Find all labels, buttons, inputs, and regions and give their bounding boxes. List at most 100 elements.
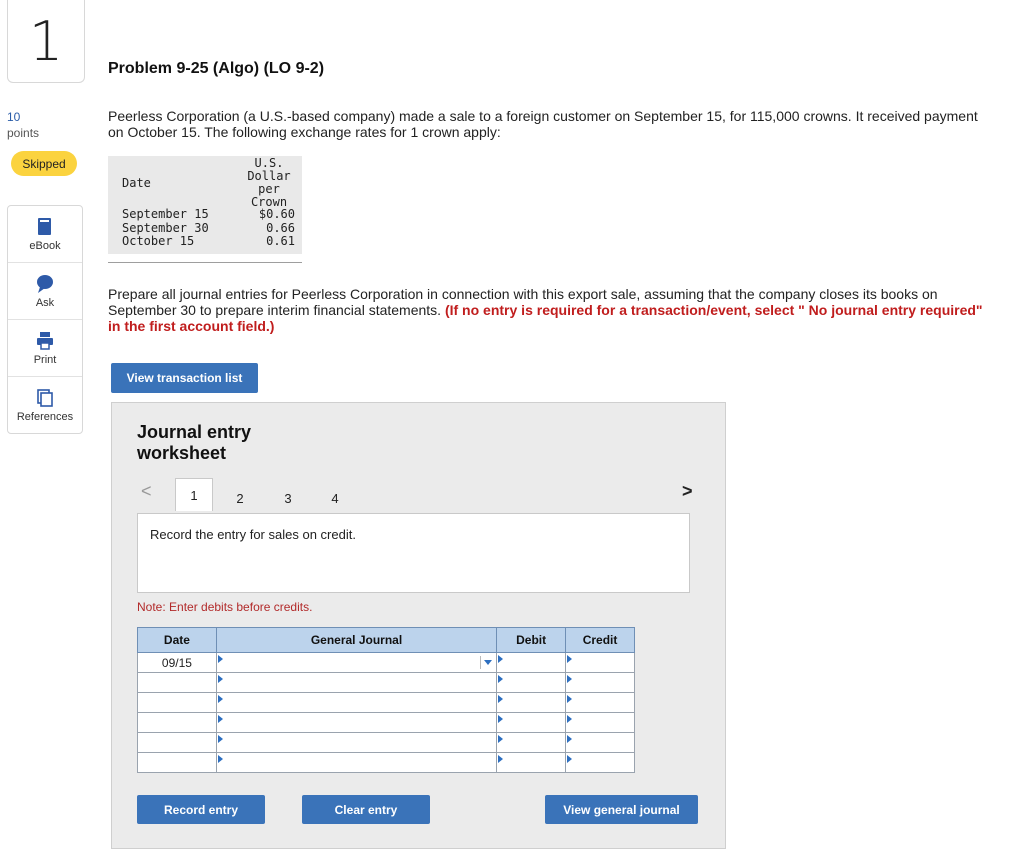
triangle-marker-icon	[498, 675, 504, 683]
rate-value: $0.60	[258, 207, 295, 221]
triangle-marker-icon	[567, 755, 573, 763]
date-cell[interactable]	[137, 712, 217, 733]
account-select[interactable]	[215, 712, 498, 733]
date-cell[interactable]: 09/15	[137, 652, 217, 673]
account-select[interactable]	[215, 752, 498, 773]
triangle-marker-icon	[498, 755, 504, 763]
rate-value: 0.66	[266, 220, 295, 235]
rate-table-header: Date U.S. Dollar per Crown	[108, 156, 302, 209]
account-select[interactable]	[215, 732, 498, 753]
journal-header-row: Date General Journal Debit Credit	[137, 627, 635, 653]
triangle-marker-icon	[567, 695, 573, 703]
status-badge: Skipped	[11, 151, 77, 176]
problem-instructions: Prepare all journal entries for Peerless…	[108, 286, 988, 334]
tab-1[interactable]: 1	[175, 478, 213, 511]
col-general-journal: General Journal	[215, 627, 498, 653]
print-button[interactable]: Print	[8, 320, 82, 377]
rate-value: 0.61	[266, 234, 295, 248]
problem-title: Problem 9-25 (Algo) (LO 9-2)	[108, 60, 325, 77]
rate-row: September 15 $0.60	[108, 207, 302, 222]
triangle-marker-icon	[567, 715, 573, 723]
date-cell[interactable]	[137, 732, 217, 753]
points-value: 10	[7, 110, 21, 124]
rate-row: October 15 0.61	[108, 234, 302, 249]
record-entry-button[interactable]: Record entry	[137, 795, 265, 824]
journal-table: Date General Journal Debit Credit 09/15	[137, 627, 635, 773]
triangle-marker-icon	[567, 735, 573, 743]
references-label: References	[16, 410, 74, 423]
credit-input[interactable]	[565, 692, 635, 713]
entry-prompt-box	[137, 513, 690, 593]
table-row	[137, 672, 635, 693]
references-button[interactable]: References	[8, 377, 82, 433]
triangle-marker-icon	[567, 675, 573, 683]
triangle-marker-icon	[217, 755, 223, 763]
col-date: Date	[137, 627, 217, 653]
ask-button[interactable]: Ask	[8, 263, 82, 320]
question-number: 1	[7, 0, 85, 83]
ebook-button[interactable]: eBook	[8, 206, 82, 263]
triangle-marker-icon	[567, 655, 573, 663]
triangle-marker-icon	[498, 735, 504, 743]
tab-4[interactable]: 4	[317, 482, 353, 514]
triangle-marker-icon	[217, 675, 223, 683]
rate-date: October 15	[122, 234, 195, 248]
debit-input[interactable]	[496, 732, 567, 753]
credit-input[interactable]	[565, 752, 635, 773]
rate-date: September 15	[122, 207, 209, 221]
rate-table-rule	[108, 262, 302, 263]
rate-date: September 30	[122, 220, 209, 235]
rate-table-body: September 15 $0.60 September 30 0.66 Oct…	[108, 207, 302, 254]
credit-input[interactable]	[565, 712, 635, 733]
rate-row: September 30 0.66	[108, 220, 302, 236]
triangle-marker-icon	[217, 695, 223, 703]
documents-icon	[37, 388, 53, 407]
date-cell[interactable]	[137, 672, 217, 693]
date-cell[interactable]	[137, 692, 217, 713]
clear-entry-button[interactable]: Clear entry	[302, 795, 430, 824]
problem-intro: Peerless Corporation (a U.S.-based compa…	[108, 108, 978, 140]
book-icon	[38, 217, 51, 235]
tab-3[interactable]: 3	[270, 482, 306, 514]
entry-prompt: Record the entry for sales on credit.	[150, 527, 356, 542]
triangle-marker-icon	[498, 715, 504, 723]
tools-panel: eBook Ask Print References	[7, 205, 83, 434]
table-row	[137, 692, 635, 713]
journal-entry-worksheet	[111, 402, 726, 849]
debit-input[interactable]	[496, 692, 567, 713]
next-tab-chevron-icon[interactable]: >	[682, 481, 693, 502]
printer-icon	[37, 331, 53, 350]
table-row: 09/15	[137, 652, 635, 673]
debit-input[interactable]	[496, 652, 567, 673]
rate-header-usd: U.S. Dollar per Crown	[246, 157, 292, 209]
debit-input[interactable]	[496, 672, 567, 693]
view-transaction-list-button[interactable]: View transaction list	[111, 363, 258, 393]
view-general-journal-button[interactable]: View general journal	[545, 795, 698, 824]
points-label: points	[7, 126, 40, 140]
ask-label: Ask	[35, 296, 55, 309]
triangle-marker-icon	[498, 695, 504, 703]
prev-tab-chevron-icon[interactable]: <	[141, 481, 152, 502]
credit-input[interactable]	[565, 732, 635, 753]
credit-input[interactable]	[565, 652, 635, 673]
col-credit: Credit	[565, 627, 635, 653]
triangle-marker-icon	[217, 715, 223, 723]
col-debit: Debit	[496, 627, 567, 653]
chat-bubble-icon	[37, 274, 53, 293]
debit-input[interactable]	[496, 752, 567, 773]
exchange-rate-table: Date U.S. Dollar per Crown September 15 …	[108, 156, 302, 263]
entry-note: Note: Enter debits before credits.	[137, 600, 313, 614]
credit-input[interactable]	[565, 672, 635, 693]
ebook-label: eBook	[29, 239, 61, 252]
triangle-marker-icon	[217, 735, 223, 743]
rate-header-date: Date	[122, 176, 151, 190]
date-cell[interactable]	[137, 752, 217, 773]
account-select[interactable]	[215, 672, 498, 693]
debit-input[interactable]	[496, 712, 567, 733]
tab-2[interactable]: 2	[222, 482, 258, 514]
triangle-marker-icon	[217, 655, 223, 663]
dropdown-arrow-icon[interactable]	[480, 656, 493, 669]
account-select[interactable]	[215, 652, 498, 673]
print-label: Print	[33, 353, 57, 366]
account-select[interactable]	[215, 692, 498, 713]
